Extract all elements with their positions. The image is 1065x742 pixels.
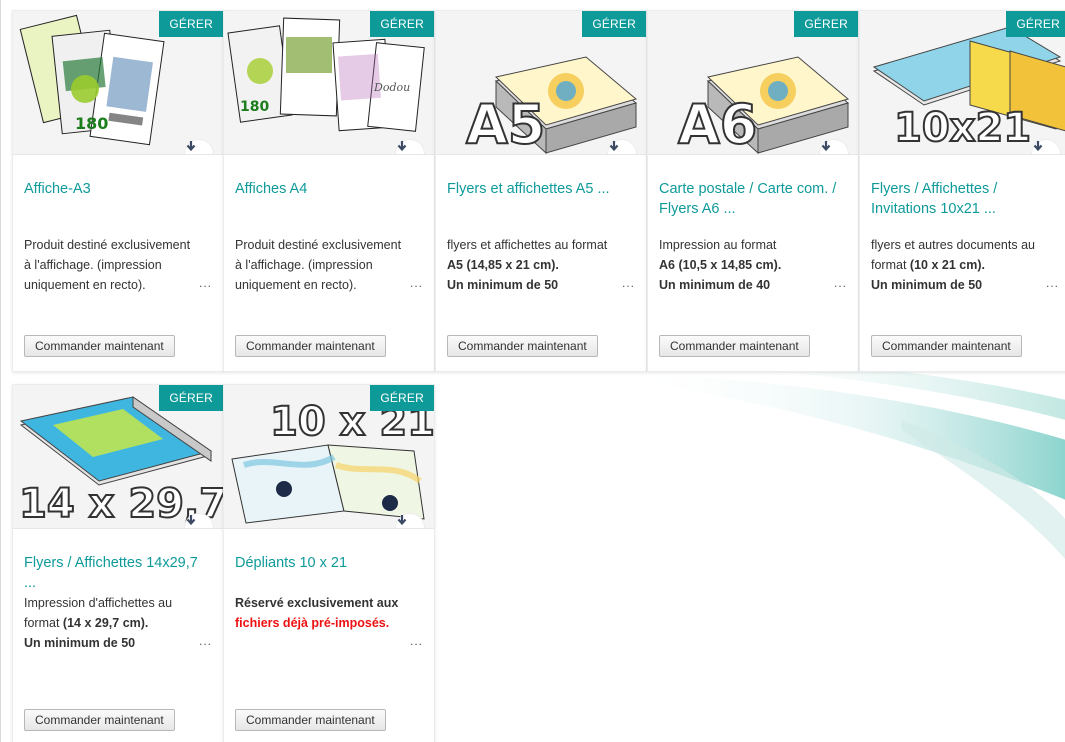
product-card: A6 GÉRER Carte postale / Carte com. / Fl…: [647, 10, 859, 372]
format-size: (10 x 21 cm).: [909, 258, 985, 272]
svg-text:180: 180: [240, 99, 269, 115]
more-link[interactable]: ...: [622, 273, 635, 293]
product-card: 10x21 GÉRER Flyers / Affichettes / Invit…: [859, 10, 1065, 372]
more-link[interactable]: ...: [410, 273, 423, 293]
minimum-quantity: Un minimum de 50: [871, 278, 983, 292]
format-label: 10x21: [894, 105, 1031, 151]
product-thumbnail[interactable]: A5 GÉRER: [436, 11, 646, 155]
more-link[interactable]: ...: [199, 631, 212, 651]
order-now-button[interactable]: Commander maintenant: [447, 335, 598, 357]
order-now-button[interactable]: Commander maintenant: [871, 335, 1022, 357]
product-thumbnail[interactable]: 180 GÉRER: [13, 11, 223, 155]
manage-badge[interactable]: GÉRER: [794, 11, 858, 37]
arrow-down-icon: [186, 141, 196, 152]
manage-badge[interactable]: GÉRER: [159, 385, 223, 411]
product-grid: 180 GÉRER Affiche-A3 Produit destiné exc…: [1, 0, 1065, 742]
product-description: Produit destiné exclusivement à l'affich…: [235, 235, 423, 297]
product-description: flyers et affichettes au format A5 (14,8…: [447, 235, 635, 297]
warning-text: fichiers déjà pré-imposés.: [235, 616, 390, 630]
product-card: 14 x 29,7 GÉRER Flyers / Affichettes 14x…: [12, 384, 224, 742]
order-now-button[interactable]: Commander maintenant: [659, 335, 810, 357]
product-thumbnail[interactable]: 14 x 29,7 GÉRER: [13, 385, 223, 529]
product-card: 180 GÉRER Affiche-A3 Produit destiné exc…: [12, 10, 224, 372]
description-text: Produit destiné exclusivement à l'affich…: [24, 238, 191, 292]
order-now-button[interactable]: Commander maintenant: [24, 709, 175, 731]
manage-badge[interactable]: GÉRER: [370, 385, 434, 411]
product-title[interactable]: Flyers / Affichettes / Invitations 10x21…: [871, 155, 1059, 235]
svg-text:Dodou: Dodou: [373, 81, 410, 94]
arrow-down-icon: [397, 515, 407, 526]
minimum-quantity: Un minimum de 50: [447, 278, 559, 292]
description-text: flyers et affichettes au format: [447, 238, 608, 252]
product-title[interactable]: Carte postale / Carte com. / Flyers A6 .…: [659, 155, 847, 235]
product-description: Impression d'affichettes au format (14 x…: [24, 593, 212, 655]
product-description: Impression au format A6 (10,5 x 14,85 cm…: [659, 235, 847, 297]
product-title[interactable]: Flyers / Affichettes 14x29,7 ...: [24, 529, 212, 593]
more-link[interactable]: ...: [410, 631, 423, 651]
product-card: A5 GÉRER Flyers et affichettes A5 ... fl…: [435, 10, 647, 372]
arrow-down-icon: [397, 141, 407, 152]
product-thumbnail[interactable]: 10 x 21 GÉRER: [224, 385, 434, 529]
description-text: Impression au format: [659, 238, 777, 252]
minimum-quantity: Un minimum de 50: [24, 636, 136, 650]
order-now-button[interactable]: Commander maintenant: [235, 335, 386, 357]
arrow-down-icon: [609, 141, 619, 152]
product-thumbnail[interactable]: 10x21 GÉRER: [860, 11, 1065, 155]
product-card: 180 Dodou GÉRER Affiches A4 Produit dest…: [223, 10, 435, 372]
description-text: Produit destiné exclusivement à l'affich…: [235, 238, 402, 292]
product-description: Produit destiné exclusivement à l'affich…: [24, 235, 212, 297]
product-title[interactable]: Flyers et affichettes A5 ...: [447, 155, 635, 235]
arrow-down-icon: [186, 515, 196, 526]
format-size: A5 (14,85 x 21 cm).: [447, 258, 559, 272]
format-size: (14 x 29,7 cm).: [62, 616, 149, 630]
format-size: A6 (10,5 x 14,85 cm).: [659, 258, 782, 272]
order-now-button[interactable]: Commander maintenant: [235, 709, 386, 731]
product-title[interactable]: Affiche-A3: [24, 155, 212, 235]
manage-badge[interactable]: GÉRER: [159, 11, 223, 37]
manage-badge[interactable]: GÉRER: [370, 11, 434, 37]
manage-badge[interactable]: GÉRER: [582, 11, 646, 37]
product-thumbnail[interactable]: 180 Dodou GÉRER: [224, 11, 434, 155]
format-label: A5: [466, 93, 545, 155]
more-link[interactable]: ...: [834, 273, 847, 293]
manage-badge[interactable]: GÉRER: [1006, 11, 1065, 37]
format-label: A6: [678, 93, 757, 155]
svg-text:180: 180: [75, 114, 108, 133]
minimum-quantity: Un minimum de 40: [659, 278, 771, 292]
product-title[interactable]: Affiches A4: [235, 155, 423, 235]
arrow-down-icon: [1033, 141, 1043, 152]
product-description: flyers et autres documents au format (10…: [871, 235, 1059, 297]
product-description: Réservé exclusivement aux fichiers déjà …: [235, 593, 423, 655]
product-card: 10 x 21 GÉRER Dépliants 10 x 21 Réservé …: [223, 384, 435, 742]
more-link[interactable]: ...: [199, 273, 212, 293]
order-now-button[interactable]: Commander maintenant: [24, 335, 175, 357]
arrow-down-icon: [821, 141, 831, 152]
product-catalog-page: 180 GÉRER Affiche-A3 Produit destiné exc…: [0, 0, 1065, 742]
product-title[interactable]: Dépliants 10 x 21: [235, 529, 423, 593]
more-link[interactable]: ...: [1046, 273, 1059, 293]
product-thumbnail[interactable]: A6 GÉRER: [648, 11, 858, 155]
description-text: Réservé exclusivement aux: [235, 596, 399, 610]
